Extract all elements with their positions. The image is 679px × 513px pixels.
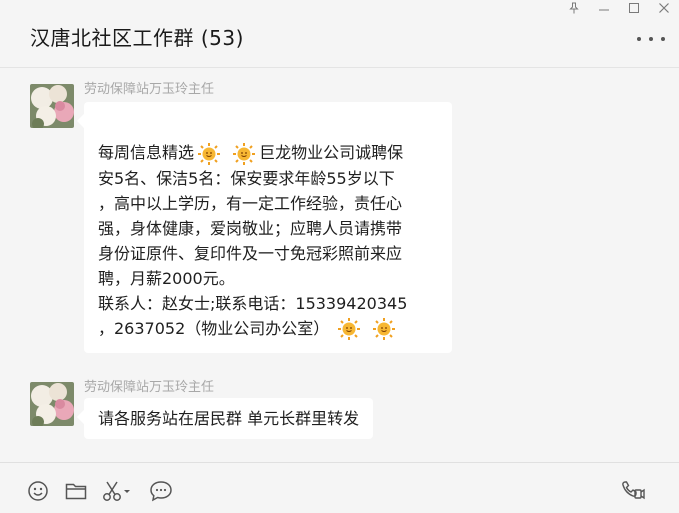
message-line: 身份证原件、复印件及一寸免冠彩照前来应 — [98, 243, 403, 263]
pin-icon[interactable] — [559, 0, 589, 16]
minimize-icon[interactable] — [589, 0, 619, 16]
message-line: 强，身体健康，爱岗敬业；应聘人员请携带 — [98, 218, 403, 238]
window-controls — [559, 0, 679, 16]
message-line: 每周信息精选 巨龙物业公司诚聘保 — [98, 140, 438, 166]
message-list[interactable]: 劳动保障站万玉玲主任 每周信息精选 巨龙物业公司诚聘保 安5名、保洁5名：保安要… — [0, 68, 679, 462]
sun-emoji-icon — [338, 318, 361, 340]
sender-name: 劳动保障站万玉玲主任 — [84, 82, 215, 97]
video-call-icon[interactable] — [620, 478, 646, 504]
sender-name: 劳动保障站万玉玲主任 — [84, 380, 215, 395]
sun-emoji-icon — [373, 318, 396, 340]
chat-bubble-icon[interactable] — [148, 478, 174, 504]
message-line: 联系人：赵女士;联系电话：15339420345 — [98, 293, 408, 313]
folder-icon[interactable] — [63, 478, 89, 504]
message-line: 聘，月薪2000元。 — [98, 268, 235, 288]
chat-header: 汉唐北社区工作群 (53) — [0, 18, 679, 62]
maximize-icon[interactable] — [619, 0, 649, 16]
scissors-icon[interactable] — [101, 478, 133, 504]
chat-title: 汉唐北社区工作群 (53) — [30, 26, 244, 50]
message-bubble[interactable]: 请各服务站在居民群 单元长群里转发 — [84, 398, 374, 439]
message-line: ，2637052（物业公司办公室） — [98, 316, 438, 342]
more-icon[interactable] — [637, 28, 665, 50]
message-bubble[interactable]: 每周信息精选 巨龙物业公司诚聘保 安5名、保洁5名：保安要求年龄55岁以下 ，高… — [84, 102, 452, 353]
message-line: ，高中以上学历，有一定工作经验，责任心 — [98, 193, 403, 213]
input-divider — [0, 462, 679, 463]
message-line: 安5名、保洁5名：保安要求年龄55岁以下 — [98, 168, 395, 188]
close-icon[interactable] — [649, 0, 679, 16]
input-toolbar — [0, 474, 679, 508]
message-text: 请各服务站在居民群 单元长群里转发 — [98, 409, 360, 428]
sun-emoji-icon — [198, 142, 221, 165]
avatar[interactable] — [30, 382, 74, 426]
avatar[interactable] — [30, 84, 74, 128]
emoji-icon[interactable] — [25, 478, 51, 504]
sun-emoji-icon — [233, 142, 256, 165]
